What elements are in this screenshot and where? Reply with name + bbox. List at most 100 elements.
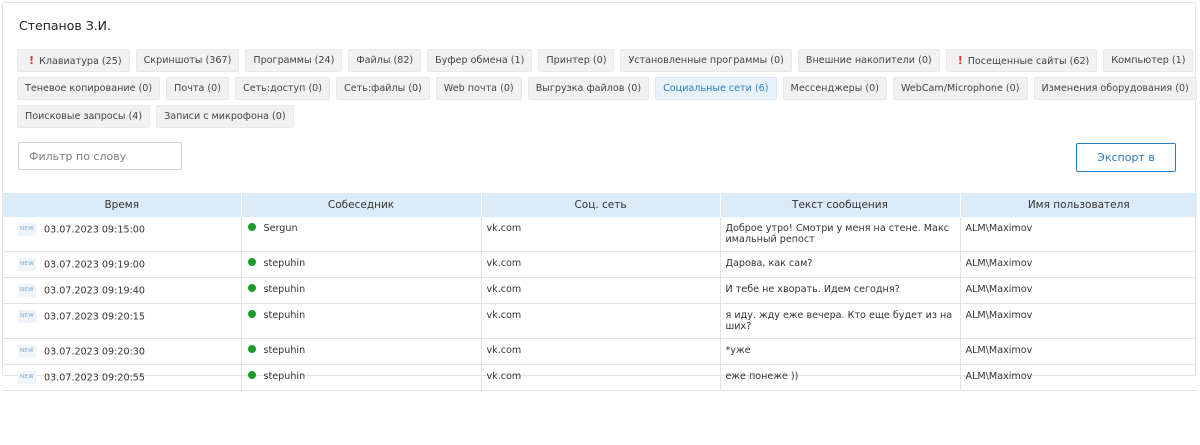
online-status-icon bbox=[247, 258, 256, 266]
user-value: ALM\Maximov bbox=[965, 345, 1033, 356]
table-row[interactable]: NEW 03.07.2023 09:19:00 stepuhin vk.com Даро… bbox=[3, 251, 1197, 278]
cell-time: NEW 03.07.2023 09:20:55 bbox=[3, 364, 242, 391]
user-value: ALM\Maximov bbox=[965, 284, 1033, 295]
table-row[interactable]: NEW 03.07.2023 09:20:55 stepuhin vk.com еже … bbox=[3, 364, 1197, 391]
cell-time: NEW 03.07.2023 09:15:00 bbox=[3, 217, 242, 252]
tab-label: Программы (24) bbox=[253, 55, 335, 66]
message-text: *уже bbox=[725, 345, 751, 356]
column-header-contact[interactable]: Собеседник bbox=[241, 193, 482, 217]
online-status-icon bbox=[247, 284, 256, 292]
tab-1-5[interactable]: Выгрузка файлов (0) bbox=[527, 77, 650, 100]
tab-1-1[interactable]: Почта (0) bbox=[166, 77, 229, 100]
tab-1-2[interactable]: Сеть:доступ (0) bbox=[235, 77, 331, 100]
new-badge: NEW bbox=[18, 258, 36, 271]
tab-label: Посещенные сайты (62) bbox=[967, 56, 1090, 67]
cell-user: ALM\Maximov bbox=[960, 251, 1197, 278]
tab-label: Web почта (0) bbox=[443, 83, 514, 94]
message-text: я иду. жду еже вечера. Кто еще будет из … bbox=[725, 310, 953, 332]
tab-label: Сеть:доступ (0) bbox=[243, 83, 323, 94]
tab-1-0[interactable]: Теневое копирование (0) bbox=[17, 77, 161, 100]
online-status-icon bbox=[247, 223, 256, 231]
new-badge: NEW bbox=[18, 345, 36, 358]
cell-contact: stepuhin bbox=[241, 251, 482, 278]
time-value: 03.07.2023 09:20:15 bbox=[43, 311, 146, 323]
contact-name: Sergun bbox=[263, 223, 298, 234]
alert-icon: ! bbox=[29, 54, 35, 67]
tab-label: Скриншоты (367) bbox=[143, 55, 232, 66]
tab-0-0[interactable]: ! Клавиатура (25) bbox=[17, 49, 130, 72]
tab-0-2[interactable]: Программы (24) bbox=[245, 49, 343, 72]
tab-0-9[interactable]: Компьютер (1) bbox=[1103, 49, 1194, 72]
new-badge: NEW bbox=[18, 310, 36, 323]
tab-1-8[interactable]: WebCam/Microphone (0) bbox=[892, 77, 1028, 100]
cell-text: И тебе не хворать. Идем сегодня? bbox=[720, 277, 961, 304]
table-row[interactable]: NEW 03.07.2023 09:20:15 stepuhin vk.com я ид… bbox=[3, 303, 1197, 339]
export-button[interactable]: Экспорт в bbox=[1076, 143, 1176, 172]
alert-icon: ! bbox=[957, 54, 963, 67]
cell-user: ALM\Maximov bbox=[960, 364, 1197, 391]
new-badge: NEW bbox=[18, 284, 36, 297]
network-value: vk.com bbox=[486, 258, 522, 269]
cell-contact: Sergun bbox=[241, 217, 482, 252]
tab-1-7[interactable]: Мессенджеры (0) bbox=[782, 77, 887, 100]
tab-row: Теневое копирование (0) Почта (0) Сеть:дос… bbox=[17, 77, 1197, 100]
tab-2-1[interactable]: Записи с микрофона (0) bbox=[156, 105, 294, 128]
tab-label: Почта (0) bbox=[174, 83, 221, 94]
tab-label: Выгрузка файлов (0) bbox=[535, 83, 642, 94]
network-value: vk.com bbox=[486, 284, 522, 295]
column-header-user[interactable]: Имя пользователя bbox=[960, 193, 1197, 217]
cell-user: ALM\Maximov bbox=[960, 277, 1197, 304]
time-value: 03.07.2023 09:20:55 bbox=[43, 372, 146, 384]
table-row[interactable]: NEW 03.07.2023 09:15:00 Sergun vk.com Доброе… bbox=[3, 217, 1197, 252]
tab-0-1[interactable]: Скриншоты (367) bbox=[135, 49, 240, 72]
network-value: vk.com bbox=[486, 310, 522, 321]
table-header-row: Время Собеседник Соц. сеть Текст сообщен… bbox=[3, 193, 1197, 217]
user-value: ALM\Maximov bbox=[965, 223, 1033, 234]
message-text: еже понеже )) bbox=[725, 371, 799, 382]
cell-network: vk.com bbox=[481, 217, 721, 252]
tab-0-3[interactable]: Файлы (82) bbox=[348, 49, 422, 72]
cell-text: Дарова, как сам? bbox=[720, 251, 961, 278]
contact-name: stepuhin bbox=[263, 258, 306, 269]
table-row[interactable]: NEW 03.07.2023 09:19:40 stepuhin vk.com И те… bbox=[3, 277, 1197, 304]
tab-label: Компьютер (1) bbox=[1111, 55, 1186, 66]
cell-contact: stepuhin bbox=[241, 338, 482, 365]
messages-table: Время Собеседник Соц. сеть Текст сообщен… bbox=[3, 193, 1197, 391]
tab-label: Социальные сети (6) bbox=[663, 83, 769, 94]
message-text: Доброе утро! Смотри у меня на стене. Мак… bbox=[725, 223, 950, 245]
tab-0-6[interactable]: Установленные программы (0) bbox=[620, 49, 792, 72]
column-header-network[interactable]: Соц. сеть bbox=[481, 193, 721, 217]
page-title: Степанов З.И. bbox=[19, 18, 112, 33]
tab-0-7[interactable]: Внешние накопители (0) bbox=[797, 49, 940, 72]
table-row[interactable]: NEW 03.07.2023 09:20:30 stepuhin vk.com *уже… bbox=[3, 338, 1197, 365]
column-header-text[interactable]: Текст сообщения bbox=[720, 193, 961, 217]
message-text: И тебе не хворать. Идем сегодня? bbox=[725, 284, 900, 295]
contact-name: stepuhin bbox=[263, 310, 306, 321]
tab-row: Поисковые запросы (4) Записи с микрофона … bbox=[17, 105, 1187, 128]
tab-2-0[interactable]: Поисковые запросы (4) bbox=[17, 105, 151, 128]
tab-label: Мессенджеры (0) bbox=[790, 83, 879, 94]
tab-1-9[interactable]: Изменения оборудования (0) bbox=[1033, 77, 1197, 100]
column-header-time[interactable]: Время bbox=[3, 193, 242, 217]
tab-1-4[interactable]: Web почта (0) bbox=[435, 77, 522, 100]
time-value: 03.07.2023 09:20:30 bbox=[43, 346, 146, 358]
cell-network: vk.com bbox=[481, 364, 721, 391]
tab-label: Буфер обмена (1) bbox=[435, 55, 525, 66]
tab-row: ! Клавиатура (25) Скриншоты (367) Программы… bbox=[17, 49, 1194, 72]
online-status-icon bbox=[247, 310, 256, 318]
cell-network: vk.com bbox=[481, 303, 721, 339]
filter-input[interactable] bbox=[18, 142, 182, 170]
tab-label: Файлы (82) bbox=[356, 55, 414, 66]
tab-0-8[interactable]: ! Посещенные сайты (62) bbox=[945, 49, 1098, 72]
tab-0-4[interactable]: Буфер обмена (1) bbox=[427, 49, 533, 72]
tab-label: Принтер (0) bbox=[546, 55, 607, 66]
user-activity-panel: Степанов З.И. ! Клавиатура (25) Скриншоты … bbox=[2, 2, 1197, 391]
tab-1-3[interactable]: Сеть:файлы (0) bbox=[336, 77, 430, 100]
user-value: ALM\Maximov bbox=[965, 310, 1033, 321]
cell-network: vk.com bbox=[481, 251, 721, 278]
tab-1-6[interactable]: Социальные сети (6) bbox=[655, 77, 777, 100]
tab-0-5[interactable]: Принтер (0) bbox=[538, 49, 615, 72]
tab-label: Изменения оборудования (0) bbox=[1041, 83, 1189, 94]
category-tabs: ! Клавиатура (25) Скриншоты (367) Программы… bbox=[17, 49, 1197, 133]
cell-time: NEW 03.07.2023 09:20:30 bbox=[3, 338, 242, 365]
